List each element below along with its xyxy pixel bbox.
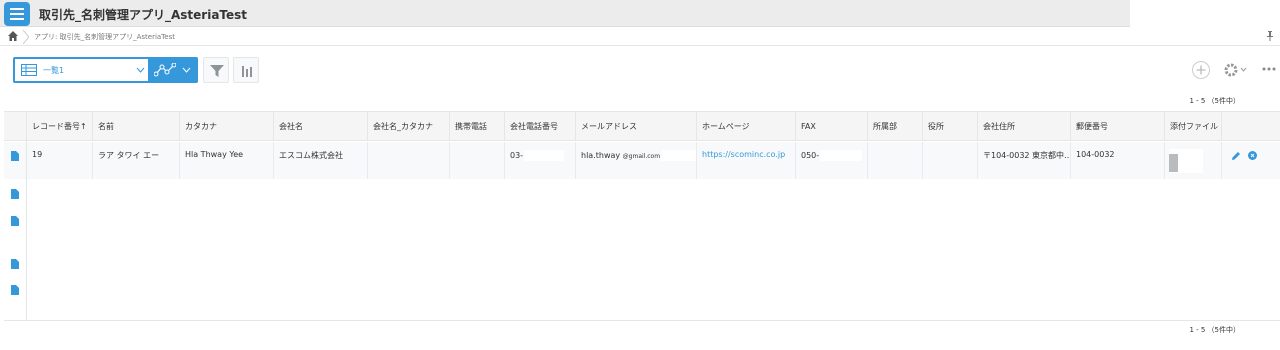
attachment-image (1169, 154, 1178, 172)
chevron-down-icon (136, 67, 145, 73)
header-fax[interactable]: FAX (796, 112, 868, 141)
company-phone-text: 03- (510, 151, 524, 160)
filter-button[interactable] (203, 57, 229, 83)
cell-actions (1222, 142, 1280, 179)
cell-company: エスコム株式会社 (274, 142, 368, 179)
header-kana[interactable]: カタカナ (180, 112, 274, 141)
header-company-phone[interactable]: 会社電話番号 (505, 112, 576, 141)
header-postal-code[interactable]: 郵便番号 (1071, 112, 1165, 141)
table-bottom-border (4, 320, 1280, 321)
view-label: 一覧1 (43, 66, 65, 75)
cell-email: hla.thway @gmail.com (576, 142, 697, 179)
view-selector[interactable]: 一覧1 (13, 57, 198, 83)
chart-button[interactable] (233, 57, 259, 83)
fax-text: 050- (801, 151, 820, 160)
graph-chevron-down-icon[interactable] (182, 66, 191, 74)
pin-icon[interactable] (1266, 31, 1274, 41)
cell-company-phone: 03- (505, 142, 576, 179)
list-view-icon (21, 64, 37, 76)
record-detail-icon[interactable] (11, 285, 19, 295)
titlebar-blank-area (1130, 0, 1280, 27)
cell-homepage-link[interactable]: https://scominc.co.jp (697, 142, 796, 179)
app-titlebar: 取引先_名刺管理アプリ_AsteriaTest (0, 0, 1280, 27)
header-email[interactable]: メールアドレス (576, 112, 697, 141)
view-dropdown[interactable]: 一覧1 (15, 59, 148, 81)
header-company-kana[interactable]: 会社名_カタカナ (368, 112, 450, 141)
cell-record-no: 19 (27, 142, 93, 179)
header-attachment[interactable]: 添付ファイル (1165, 112, 1222, 141)
header-department[interactable]: 所属部 (868, 112, 923, 141)
cell-company-kana (368, 142, 450, 179)
redacted-block (524, 150, 565, 161)
attachment-thumbnail[interactable] (1169, 149, 1203, 173)
breadcrumb: アプリ: 取引先_名刺管理アプリ_AsteriaTest (0, 28, 1280, 46)
email-domain-text: @gmail.com (622, 153, 661, 160)
header-mobile[interactable]: 携帯電話 (450, 112, 505, 141)
chart-icon (242, 66, 252, 77)
header-blank (4, 112, 27, 141)
cell-postal-code: 104-0032 (1071, 142, 1165, 179)
cell-mobile (450, 142, 505, 179)
header-address[interactable]: 会社住所 (978, 112, 1071, 141)
pager-bottom: 1 - 5 （5件中） (1189, 326, 1240, 334)
record-detail-icon[interactable] (11, 189, 19, 199)
row-icon-column (4, 141, 27, 321)
cell-attachment[interactable] (1165, 142, 1222, 179)
record-detail-icon[interactable] (11, 259, 19, 269)
app-title: 取引先_名刺管理アプリ_AsteriaTest (39, 8, 248, 22)
more-icon[interactable] (1262, 66, 1276, 72)
cell-fax: 050- (796, 142, 868, 179)
record-table: レコード番号↑ 名前 カタカナ 会社名 会社名_カタカナ 携帯電話 会社電話番号… (4, 111, 1280, 321)
cell-name: ラア タワイ エー (93, 142, 180, 179)
redacted-block (820, 150, 863, 161)
gear-icon[interactable] (1223, 61, 1247, 79)
add-record-button[interactable] (1192, 61, 1210, 79)
cell-position (923, 142, 978, 179)
redacted-block (661, 150, 696, 161)
edit-pencil-icon[interactable] (1231, 151, 1241, 161)
email-user-text: hla.thway (581, 151, 621, 160)
graph-icon[interactable] (154, 63, 176, 77)
filter-icon (210, 65, 224, 77)
header-company[interactable]: 会社名 (274, 112, 368, 141)
cell-department (868, 142, 923, 179)
pager-top: 1 - 5 （5件中） (1189, 97, 1240, 105)
table-row[interactable]: 19 ラア タワイ エー Hla Thway Yee エスコム株式会社 03- … (4, 142, 1280, 179)
home-icon[interactable] (8, 31, 18, 41)
delete-record-icon[interactable] (1248, 151, 1257, 160)
record-detail-icon[interactable] (11, 216, 19, 226)
cell-address: 〒104-0032 東京都中… (978, 142, 1071, 179)
cell-kana: Hla Thway Yee (180, 142, 274, 179)
app-list-icon[interactable] (4, 2, 30, 26)
breadcrumb-separator-icon (23, 30, 29, 44)
breadcrumb-app-link[interactable]: アプリ: 取引先_名刺管理アプリ_AsteriaTest (34, 32, 175, 42)
header-record-no[interactable]: レコード番号↑ (27, 112, 93, 141)
header-homepage[interactable]: ホームページ (697, 112, 796, 141)
header-actions (1222, 112, 1280, 141)
header-name[interactable]: 名前 (93, 112, 180, 141)
header-position[interactable]: 役所 (923, 112, 978, 141)
